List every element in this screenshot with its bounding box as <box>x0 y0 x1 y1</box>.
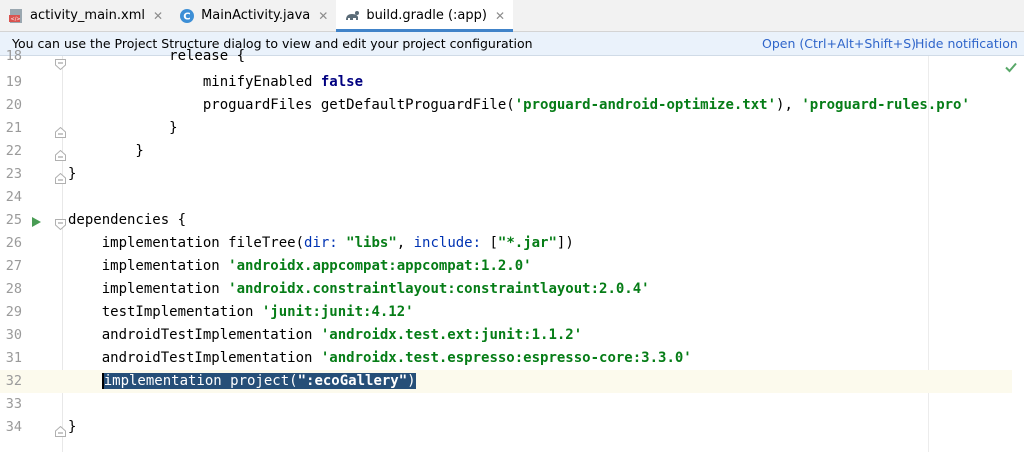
line-number: 32 <box>5 373 22 389</box>
fold-end-icon[interactable] <box>55 169 66 184</box>
code-line[interactable]: 34 } <box>0 416 1012 439</box>
tab-mainactivity-java[interactable]: C MainActivity.java ✕ <box>171 0 336 31</box>
svg-text:C: C <box>183 11 190 22</box>
line-number: 30 <box>5 327 22 343</box>
line-number: 34 <box>5 419 22 435</box>
code-line[interactable]: 27 implementation 'androidx.appcompat:ap… <box>0 255 1012 278</box>
line-code: implementation fileTree(dir: "libs", inc… <box>68 235 574 251</box>
line-number: 21 <box>5 120 22 136</box>
tab-build-gradle-app[interactable]: build.gradle (:app) ✕ <box>336 0 514 32</box>
close-icon[interactable]: ✕ <box>318 9 328 23</box>
tab-label: activity_main.xml <box>30 8 146 23</box>
code-line[interactable]: 20 proguardFiles getDefaultProguardFile(… <box>0 94 1012 117</box>
line-number: 23 <box>5 166 22 182</box>
java-class-icon: C <box>179 8 195 24</box>
line-code: } <box>68 419 77 435</box>
code-editor[interactable]: 18 release { 19 minifyEnabled false 20 p… <box>0 48 1024 452</box>
code-line[interactable]: 25 dependencies { <box>0 209 1012 232</box>
tab-label: build.gradle (:app) <box>366 8 487 23</box>
line-code: implementation 'androidx.constraintlayou… <box>68 281 650 297</box>
line-number: 18 <box>5 48 22 64</box>
no-problems-check-icon[interactable] <box>1005 58 1017 77</box>
line-code: } <box>68 120 178 136</box>
line-number: 20 <box>5 97 22 113</box>
line-number: 31 <box>5 350 22 366</box>
fold-end-icon[interactable] <box>55 146 66 161</box>
code-line[interactable]: 21 } <box>0 117 1012 140</box>
line-number: 28 <box>5 281 22 297</box>
code-line[interactable]: 24 <box>0 186 1012 209</box>
selected-text: implementation project(":ecoGallery") <box>101 373 416 389</box>
code-line[interactable]: 29 testImplementation 'junit:junit:4.12' <box>0 301 1012 324</box>
line-code: androidTestImplementation 'androidx.test… <box>68 350 692 366</box>
fold-collapse-icon[interactable] <box>55 55 66 71</box>
tab-activity-main-xml[interactable]: </> activity_main.xml ✕ <box>0 0 171 31</box>
fold-collapse-icon[interactable] <box>55 215 66 231</box>
code-line[interactable]: 18 release { <box>0 45 1012 68</box>
code-line[interactable]: 26 implementation fileTree(dir: "libs", … <box>0 232 1012 255</box>
line-code: release { <box>68 48 246 64</box>
tab-label: MainActivity.java <box>201 8 311 23</box>
line-code: androidTestImplementation 'androidx.test… <box>68 327 583 343</box>
line-number: 25 <box>5 212 22 228</box>
line-number: 26 <box>5 235 22 251</box>
run-gutter-icon[interactable] <box>32 215 41 231</box>
line-number: 27 <box>5 258 22 274</box>
gradle-icon <box>344 8 360 24</box>
line-code: implementation project(":ecoGallery") <box>68 373 416 389</box>
line-code: dependencies { <box>68 212 187 228</box>
line-number: 24 <box>5 189 22 205</box>
line-number: 19 <box>5 74 22 90</box>
line-number: 29 <box>5 304 22 320</box>
close-icon[interactable]: ✕ <box>495 9 505 23</box>
line-code: minifyEnabled false <box>68 74 364 90</box>
line-code: proguardFiles getDefaultProguardFile('pr… <box>68 97 970 113</box>
code-line-current[interactable]: 32 implementation project(":ecoGallery") <box>0 370 1012 393</box>
code-line[interactable]: 31 androidTestImplementation 'androidx.t… <box>0 347 1012 370</box>
code-line[interactable]: 19 minifyEnabled false <box>0 71 1012 94</box>
line-number: 33 <box>5 396 22 412</box>
code-line[interactable]: 30 androidTestImplementation 'androidx.t… <box>0 324 1012 347</box>
editor-tab-bar: </> activity_main.xml ✕ C MainActivity.j… <box>0 0 1024 32</box>
line-code: testImplementation 'junit:junit:4.12' <box>68 304 414 320</box>
line-code: } <box>68 166 77 182</box>
code-line[interactable]: 23 } <box>0 163 1012 186</box>
fold-end-icon[interactable] <box>55 422 66 437</box>
line-code: implementation 'androidx.appcompat:appco… <box>68 258 532 274</box>
xml-file-icon: </> <box>8 8 24 24</box>
fold-end-icon[interactable] <box>55 123 66 138</box>
code-line[interactable]: 28 implementation 'androidx.constraintla… <box>0 278 1012 301</box>
code-line[interactable]: 33 <box>0 393 1012 416</box>
svg-text:</>: </> <box>11 16 21 22</box>
close-icon[interactable]: ✕ <box>153 9 163 23</box>
code-line[interactable]: 22 } <box>0 140 1012 163</box>
line-code: } <box>68 143 144 159</box>
line-number: 22 <box>5 143 22 159</box>
